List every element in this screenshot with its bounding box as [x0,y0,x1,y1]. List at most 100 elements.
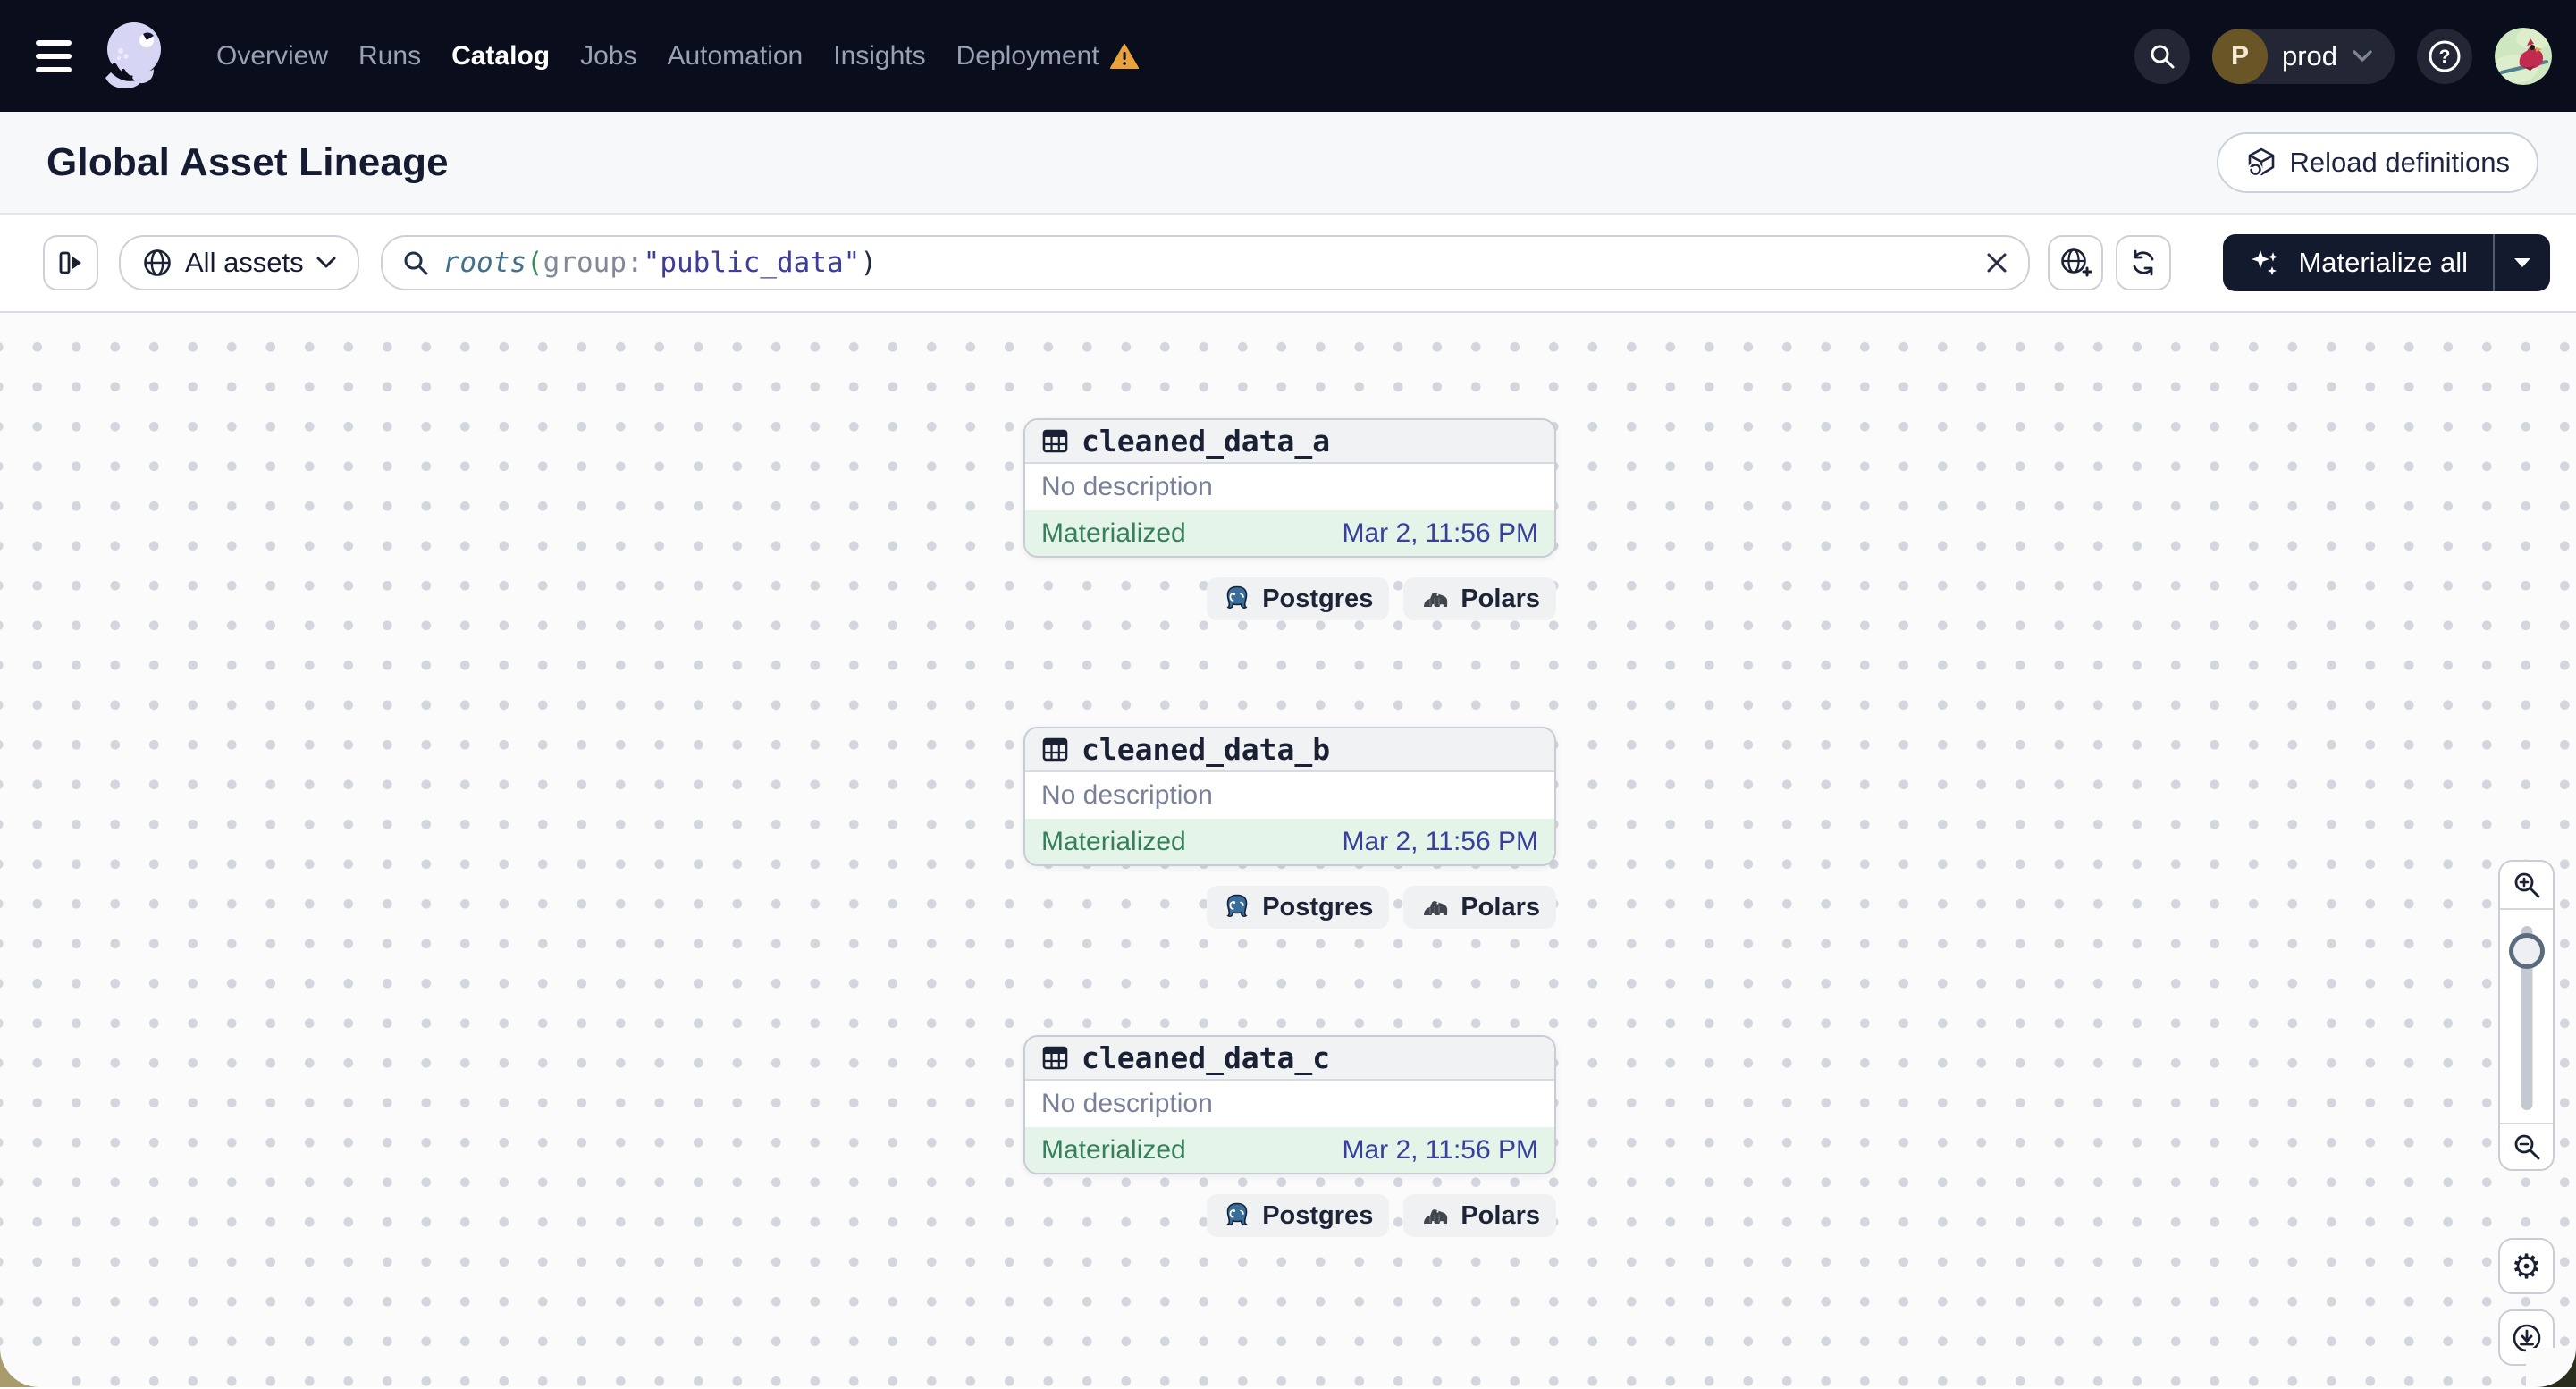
chevron-down-icon [2353,49,2372,62]
materialize-all-button[interactable]: Materialize all [2223,234,2493,291]
warning-icon [1109,43,1139,70]
nav-right-cluster: P prod ? [2134,27,2552,85]
asset-name: cleaned_data_b [1082,732,1331,767]
tag-postgres[interactable]: Postgres [1207,1194,1390,1237]
globe-icon [142,248,173,278]
asset-card[interactable]: cleaned_data_b No description Materializ… [1023,727,1556,866]
menu-icon[interactable] [36,36,77,77]
lineage-canvas[interactable]: cleaned_data_a No description Materializ… [0,313,2576,1387]
asset-node[interactable]: cleaned_data_c No description Materializ… [1023,1035,1556,1237]
asset-scope-label: All assets [185,247,304,278]
environment-switcher[interactable]: P prod [2211,28,2395,84]
nav-item-jobs[interactable]: Jobs [580,41,636,72]
reload-definitions-label: Reload definitions [2289,146,2510,178]
clear-query-icon[interactable] [1985,251,2008,274]
asset-tags: Postgres Polars [1023,1194,1556,1237]
asset-description: No description [1025,1081,1554,1127]
zoom-slider[interactable] [2500,910,2553,1123]
polars-icon [1419,896,1450,919]
refresh-icon[interactable] [2116,235,2172,290]
asset-card-header: cleaned_data_b [1025,728,1554,772]
asset-name: cleaned_data_c [1082,1040,1331,1075]
gear-icon: ⚙ [2511,1246,2542,1286]
canvas-corner-backdrop-left [0,1348,50,1387]
asset-description: No description [1025,464,1554,510]
user-avatar[interactable] [2495,27,2552,85]
nav-item-insights[interactable]: Insights [833,41,925,72]
tag-postgres-label: Postgres [1262,892,1374,922]
sparkles-icon [2248,245,2284,281]
lineage-toolbar: All assets roots(group: "public_data") M… [0,215,2576,313]
postgres-icon [1223,893,1251,922]
table-icon [1041,736,1069,763]
asset-card[interactable]: cleaned_data_c No description Materializ… [1023,1035,1556,1174]
tag-polars-label: Polars [1461,1200,1540,1230]
materialization-timestamp[interactable]: Mar 2, 11:56 PM [1342,518,1538,549]
materialization-timestamp[interactable]: Mar 2, 11:56 PM [1342,827,1538,857]
asset-status-row: Materialized Mar 2, 11:56 PM [1025,510,1554,556]
table-icon [1041,427,1069,455]
nav-item-overview[interactable]: Overview [216,41,328,72]
canvas-corner-backdrop-right [2526,1348,2576,1387]
status-badge: Materialized [1041,518,1186,548]
reload-definitions-button[interactable]: Reload definitions [2216,131,2538,193]
postgres-icon [1223,585,1251,613]
polars-icon [1419,587,1450,610]
nav-item-automation[interactable]: Automation [667,41,803,72]
open-sidebar-button[interactable] [43,235,98,290]
tag-postgres[interactable]: Postgres [1207,886,1390,929]
zoom-out-icon[interactable] [2500,1123,2553,1169]
asset-node[interactable]: cleaned_data_a No description Materializ… [1023,418,1556,620]
nav-item-deployment[interactable]: Deployment [956,41,1139,72]
asset-tags: Postgres Polars [1023,886,1556,929]
asset-tags: Postgres Polars [1023,577,1556,620]
lineage-scope-button[interactable] [2048,235,2104,290]
materialization-timestamp[interactable]: Mar 2, 11:56 PM [1342,1135,1538,1166]
tag-postgres[interactable]: Postgres [1207,577,1390,620]
zoom-panel [2498,860,2555,1171]
top-nav: Overview Runs Catalog Jobs Automation In… [0,0,2576,112]
asset-status-row: Materialized Mar 2, 11:56 PM [1025,819,1554,864]
tag-polars-label: Polars [1461,584,1540,613]
tag-postgres-label: Postgres [1262,584,1374,613]
nav-item-deployment-label: Deployment [955,40,1099,71]
search-icon [402,249,429,276]
zoom-slider-knob[interactable] [2508,933,2545,969]
help-icon[interactable]: ? [2417,28,2472,84]
tag-polars-label: Polars [1461,892,1540,922]
table-icon [1041,1044,1069,1072]
asset-status-row: Materialized Mar 2, 11:56 PM [1025,1127,1554,1173]
asset-name: cleaned_data_a [1082,424,1331,459]
asset-card-header: cleaned_data_a [1025,420,1554,464]
tag-postgres-label: Postgres [1262,1200,1374,1230]
asset-node[interactable]: cleaned_data_b No description Materializ… [1023,727,1556,929]
postgres-icon [1223,1201,1251,1230]
dagster-logo[interactable] [97,13,168,99]
tag-polars[interactable]: Polars [1403,886,1556,929]
asset-scope-dropdown[interactable]: All assets [119,235,359,290]
page-header: Global Asset Lineage Reload definitions [0,112,2576,215]
nav-item-catalog[interactable]: Catalog [451,41,550,72]
page-title: Global Asset Lineage [46,139,449,184]
primary-nav: Overview Runs Catalog Jobs Automation In… [216,41,1139,72]
materialize-all-label: Materialize all [2298,247,2468,278]
svg-text:?: ? [2439,46,2451,67]
nav-item-runs[interactable]: Runs [358,41,421,72]
graph-settings-button[interactable]: ⚙ [2498,1238,2555,1294]
search-icon[interactable] [2134,28,2190,84]
chevron-down-icon [316,257,336,268]
tag-polars[interactable]: Polars [1403,577,1556,620]
environment-badge: P [2211,28,2268,84]
asset-description: No description [1025,772,1554,819]
polars-icon [1419,1204,1450,1227]
tag-polars[interactable]: Polars [1403,1194,1556,1237]
query-text: roots(group: "public_data") [442,247,877,279]
asset-selection-input[interactable]: roots(group: "public_data") [380,235,2031,290]
asset-card[interactable]: cleaned_data_a No description Materializ… [1023,418,1556,558]
materialize-options-caret[interactable] [2495,234,2550,291]
zoom-in-icon[interactable] [2500,862,2553,910]
reload-cube-icon [2245,147,2277,179]
status-badge: Materialized [1041,826,1186,856]
status-badge: Materialized [1041,1134,1186,1165]
environment-name: prod [2281,39,2337,72]
